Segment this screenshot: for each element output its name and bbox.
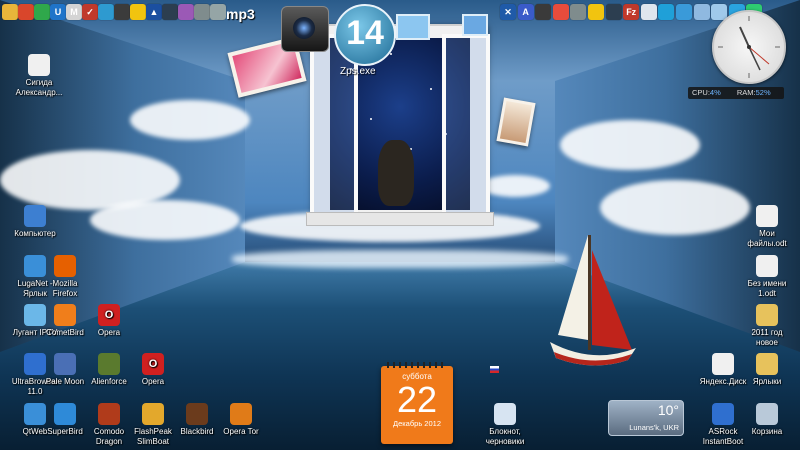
chart-icon[interactable]	[162, 4, 178, 20]
desktop-icon-2011-new[interactable]: 2011 год новое	[730, 304, 800, 348]
cloud	[600, 180, 750, 235]
2011-new-icon	[756, 304, 778, 326]
calendar-month-year: Декабрь 2012	[392, 419, 441, 428]
desktop-icon-label: 2011 год новое	[751, 328, 783, 347]
cat-silhouette	[378, 140, 414, 206]
folder-app-icon[interactable]	[2, 4, 18, 20]
hex-icon[interactable]	[210, 4, 226, 20]
window-icon[interactable]	[693, 4, 710, 20]
desktop-icon-label: Opera Tor	[223, 427, 259, 436]
analog-clock	[712, 10, 786, 84]
globe-icon[interactable]	[98, 4, 114, 20]
desktop-icon-opera-tor[interactable]: Opera Tor	[204, 403, 278, 437]
shortcuts-icon	[756, 353, 778, 375]
ram-label: RAM:	[736, 88, 756, 97]
star	[370, 118, 372, 120]
camera-icon[interactable]	[281, 6, 329, 52]
cloud	[130, 100, 250, 140]
system-monitor-gadget: CPU:4% RAM:52%	[688, 87, 784, 99]
desktop-icon-label: Сигида Александр...	[15, 78, 63, 97]
calendar-day: 22	[396, 379, 438, 420]
zps-exe-label[interactable]: Zps.exe	[340, 66, 376, 77]
desktop-icon-label: Без имени 1.odt	[747, 279, 787, 298]
calendar-gadget[interactable]: суббота 22 Декабрь 2012	[381, 362, 453, 444]
mail-icon[interactable]: M	[66, 4, 82, 20]
star	[430, 88, 432, 90]
camera-lens	[293, 17, 315, 39]
q14-label: 14	[346, 14, 384, 52]
network-monitor-icon[interactable]	[462, 14, 488, 36]
desktop-icon-my-files[interactable]: Мои файлы.odt	[730, 205, 800, 249]
image-icon[interactable]	[535, 4, 552, 20]
monitor-icon[interactable]	[396, 14, 430, 40]
desktop-icon-opera-1[interactable]: O Opera	[72, 304, 146, 338]
window-pane-right	[442, 34, 490, 220]
monitor-icon[interactable]	[570, 4, 587, 20]
app-icon-1[interactable]: U	[50, 4, 66, 20]
weather-location: Lunans'k, UKR	[629, 423, 679, 432]
russian-flag-icon	[490, 366, 499, 373]
shield-icon[interactable]	[34, 4, 50, 20]
tool-icon[interactable]: ✓	[82, 4, 98, 20]
notepad-icon	[494, 403, 516, 425]
font-icon[interactable]: A	[517, 4, 534, 20]
desktop-icon-label: Ярлыки	[752, 377, 782, 386]
disc-icon[interactable]	[114, 4, 130, 20]
edit-icon[interactable]	[640, 4, 657, 20]
desktop-icon-label: Мои файлы.odt	[747, 229, 787, 248]
desktop-icon-label: Компьютер	[14, 229, 56, 238]
photo-image	[499, 101, 533, 143]
network-icon[interactable]	[605, 4, 622, 20]
weather-gadget[interactable]: 10° Lunans'k, UKR	[608, 400, 684, 436]
globe2-icon[interactable]	[676, 4, 692, 20]
firefox-icon	[54, 255, 76, 277]
wave-foam	[232, 250, 568, 268]
calendar-rings	[387, 362, 447, 368]
plane-icon[interactable]	[588, 4, 604, 20]
cpu-label: CPU:	[692, 88, 710, 97]
desktop-icon-label: Opera	[141, 377, 165, 386]
opera-1-icon: O	[98, 304, 120, 326]
recycle-bin-icon	[756, 403, 778, 425]
mp3-widget-label[interactable]: mp3	[226, 6, 255, 22]
cloud	[90, 200, 240, 240]
star	[390, 53, 392, 55]
opera-2-icon: O	[142, 353, 164, 375]
gear-icon[interactable]	[194, 4, 210, 20]
browser-icon[interactable]	[18, 4, 34, 20]
untitled-icon	[756, 255, 778, 277]
cpu-value: 4%	[709, 88, 721, 97]
weather-temperature: 10°	[657, 402, 679, 418]
x-app-icon[interactable]: ✕	[500, 4, 516, 20]
desktop-icon-label: Корзина	[751, 427, 783, 436]
cloud	[480, 175, 550, 197]
desktop-icon-untitled[interactable]: Без имени 1.odt	[730, 255, 800, 299]
my-files-icon	[756, 205, 778, 227]
desktop-icon-sigida[interactable]: Сигида Александр...	[2, 54, 76, 98]
sigida-icon	[28, 54, 50, 76]
filezilla-icon[interactable]: Fz	[623, 4, 640, 20]
q14-app-icon[interactable]: 14	[334, 4, 396, 66]
triangle-icon[interactable]: ▲	[146, 4, 162, 20]
desktop-icon-shortcuts[interactable]: Ярлыки	[730, 353, 800, 387]
desktop-icon-notepad[interactable]: Блокнот, черновики	[468, 403, 542, 447]
cloud	[560, 120, 700, 170]
desktop-icon-recycle-bin[interactable]: Корзина	[730, 403, 800, 437]
window-sill	[306, 212, 494, 226]
desktop-icon-label: Mozilla Firefox	[52, 279, 78, 298]
computer-icon	[24, 205, 46, 227]
chrome-icon[interactable]	[552, 4, 569, 20]
desktop-icon-opera-2[interactable]: O Opera	[116, 353, 190, 387]
picture-icon[interactable]	[178, 4, 194, 20]
media-icon[interactable]	[130, 4, 146, 20]
ram-value: 52%	[755, 88, 771, 97]
opera-tor-icon	[230, 403, 252, 425]
desktop-icon-label: Блокнот, черновики	[485, 427, 525, 446]
sailboat	[550, 235, 636, 366]
sync-icon[interactable]	[658, 4, 675, 20]
clock-face	[718, 16, 780, 78]
desktop-icon-label: Opera	[97, 328, 121, 337]
desktop-icon-firefox[interactable]: Mozilla Firefox	[28, 255, 102, 299]
desktop-icon-computer[interactable]: Компьютер	[0, 205, 72, 239]
